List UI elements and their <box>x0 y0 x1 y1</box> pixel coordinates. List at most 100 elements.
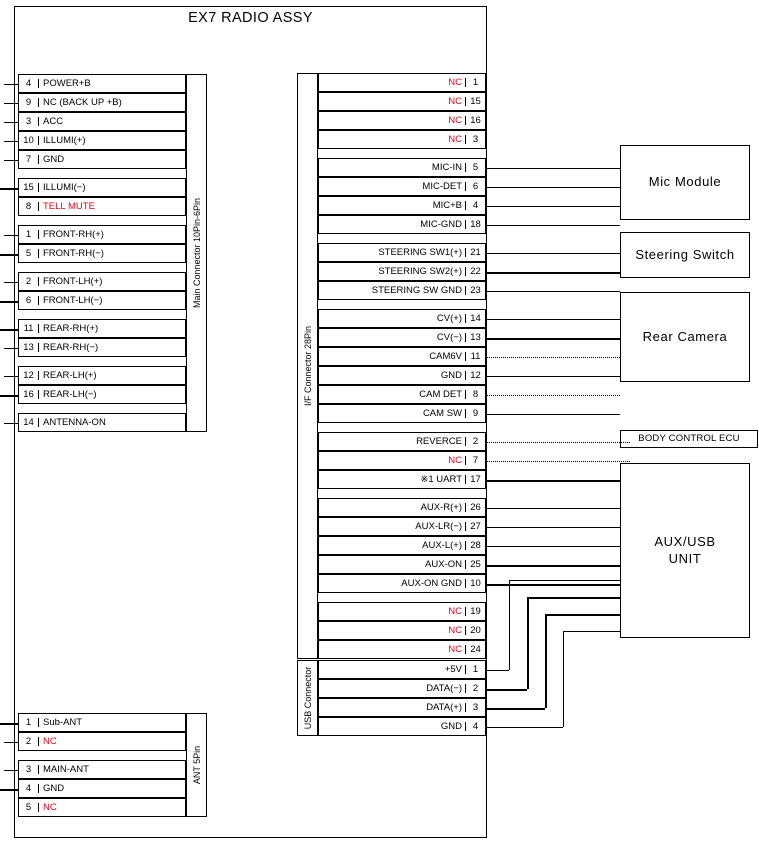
pin-number: 9 <box>19 98 39 108</box>
wire-main-pin-7 <box>4 159 18 161</box>
wire-if-pin-22 <box>486 271 620 274</box>
signal-name: NC <box>448 134 462 145</box>
connector-row: AUX-ON 25 <box>318 555 486 574</box>
signal-name: +5V <box>444 664 462 675</box>
wire-main-pin-15 <box>0 187 18 190</box>
wire-if-pin-25 <box>486 564 620 567</box>
pin-number: 3 <box>19 765 39 775</box>
pin-number: 2 <box>465 437 485 447</box>
pin-number: 1 <box>19 230 39 240</box>
connector-row: CAM6V 11 <box>318 347 486 366</box>
wire-if-pin-10 <box>486 583 620 586</box>
pin-number: 4 <box>19 784 39 794</box>
connector-row: 14 ANTENNA-ON <box>18 413 186 432</box>
connector-row: 12 REAR-LH(+) <box>18 366 186 385</box>
connector-row: CAM SW 9 <box>318 404 486 423</box>
pin-number: 6 <box>19 296 39 306</box>
wire-main-pin-14 <box>4 422 18 424</box>
pin-number: 19 <box>465 607 485 617</box>
signal-name: NC <box>448 644 462 655</box>
signal-name: FRONT-RH(−) <box>43 248 104 259</box>
module-rear-camera-label: Rear Camera <box>642 328 728 344</box>
wiring-diagram-canvas: EX7 RADIO ASSY 4 POWER+B 9 NC (BACK UP +B) 3… <box>0 0 759 847</box>
pin-number: 1 <box>19 718 39 728</box>
signal-name: ANTENNA-ON <box>43 417 106 428</box>
wire-ant-pin-1 <box>0 722 18 725</box>
signal-name: CAM DET <box>419 389 462 400</box>
module-aux-usb-unit: AUX/USB UNIT <box>620 463 750 638</box>
pin-number: 22 <box>465 267 485 277</box>
connector-row: STEERING SW GND 23 <box>318 281 486 300</box>
signal-name: REAR-RH(−) <box>43 342 99 353</box>
wire-main-pin-10 <box>4 140 18 142</box>
pin-number: 8 <box>19 202 39 212</box>
wire-main-pin-11 <box>0 328 18 331</box>
wire-main-pin-13 <box>4 347 18 349</box>
pin-number: 2 <box>465 684 485 694</box>
connector-row: 2 FRONT-LH(+) <box>18 272 186 291</box>
wire-usb-pin-3-seg-b <box>545 614 620 616</box>
pin-number: 28 <box>465 541 485 551</box>
wire-if-pin-8 <box>486 394 620 396</box>
signal-name: NC <box>448 96 462 107</box>
wire-if-pin-13 <box>486 337 620 340</box>
pin-number: 5 <box>19 803 39 813</box>
connector-row: 9 NC (BACK UP +B) <box>18 93 186 112</box>
signal-name: FRONT-RH(+) <box>43 229 104 240</box>
signal-name: GND <box>440 721 462 732</box>
signal-name: DATA(−) <box>426 683 462 694</box>
signal-name: DATA(+) <box>426 702 462 713</box>
connector-row: GND 12 <box>318 366 486 385</box>
pin-number: 20 <box>465 626 485 636</box>
pin-number: 4 <box>465 201 485 211</box>
signal-name: GND <box>43 783 65 794</box>
signal-name: MAIN-ANT <box>43 764 89 775</box>
signal-name: MIC-IN <box>431 162 462 173</box>
wire-usb-pin-1-seg-a <box>486 669 509 671</box>
pin-number: 25 <box>465 560 485 570</box>
signal-name: AUX-L(+) <box>422 540 462 551</box>
connector-row: 2 NC <box>18 732 186 751</box>
wire-if-pin-28 <box>486 545 620 547</box>
connector-row: MIC-IN 5 <box>318 158 486 177</box>
wire-main-pin-16 <box>0 394 18 397</box>
signal-name: GND <box>43 154 65 165</box>
wire-usb-pin-4-seg-a <box>486 726 563 728</box>
wire-if-pin-23 <box>486 290 620 292</box>
wire-if-pin-5 <box>486 167 620 169</box>
pin-number: 13 <box>19 343 39 353</box>
signal-name: GND <box>440 370 462 381</box>
pin-number: 4 <box>19 79 39 89</box>
pin-number: 7 <box>19 155 39 165</box>
pin-number: 3 <box>465 703 485 713</box>
if-connector-table: NC 1 NC 15 NC 16 NC 3 MIC-IN 5 MIC-DET 6 MIC+B 4 MIC-G… <box>318 73 486 659</box>
ant-connector-label: ANT 5Pin <box>191 745 202 785</box>
pin-number: 23 <box>465 286 485 296</box>
connector-row: ※1 UART 17 <box>318 470 486 489</box>
signal-name: AUX-ON GND <box>401 578 462 589</box>
pin-number: 11 <box>465 352 485 362</box>
usb-connector-table: +5V 1 DATA(−) 2 DATA(+) 3 GND 4 <box>318 660 486 736</box>
pin-number: 14 <box>465 314 485 324</box>
signal-name: NC (BACK UP +B) <box>43 97 122 108</box>
connector-row: DATA(+) 3 <box>318 698 486 717</box>
connector-row: 1 FRONT-RH(+) <box>18 225 186 244</box>
signal-name: CAM SW <box>422 408 462 419</box>
pin-number: 10 <box>465 579 485 589</box>
connector-row: MIC-DET 6 <box>318 177 486 196</box>
wire-if-pin-26 <box>486 507 620 509</box>
signal-name: STEERING SW2(+) <box>378 266 462 277</box>
wire-usb-pin-4-riser <box>563 631 564 727</box>
signal-name: CV(+) <box>436 313 462 324</box>
connector-row: 15 ILLUMI(−) <box>18 178 186 197</box>
wire-main-pin-3 <box>4 121 18 123</box>
pin-number: 16 <box>465 116 485 126</box>
signal-name: MIC+B <box>432 200 462 211</box>
signal-name: NC <box>448 77 462 88</box>
module-steering-switch-label: Steering Switch <box>635 246 735 262</box>
connector-row: STEERING SW1(+) 21 <box>318 243 486 262</box>
connector-row: 8 TELL MUTE <box>18 197 186 216</box>
signal-name: MIC-GND <box>420 219 462 230</box>
pin-number: 2 <box>19 277 39 287</box>
connector-row: 5 NC <box>18 798 186 817</box>
